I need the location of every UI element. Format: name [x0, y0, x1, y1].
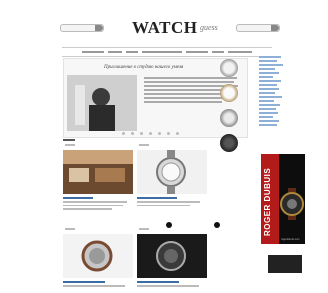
sidebar-link[interactable] — [259, 112, 278, 114]
section-label — [63, 139, 75, 141]
watch-thumb-1[interactable] — [220, 59, 238, 77]
left-search-input[interactable] — [60, 24, 104, 32]
ad-brand: ROGER DUBUIS — [263, 167, 272, 236]
site-logo[interactable]: WATCH — [132, 18, 197, 38]
carousel-dot[interactable] — [176, 132, 179, 135]
sidebar-links — [259, 54, 299, 128]
nav-item[interactable] — [228, 51, 252, 53]
card-tag — [139, 228, 149, 230]
page: WATCH guess Приглашение в студию нашего … — [40, 6, 305, 289]
watch-thumb-3[interactable] — [220, 109, 238, 127]
sidebar-link[interactable] — [259, 72, 279, 74]
card-desc — [137, 285, 207, 287]
store-interior-icon — [63, 150, 133, 194]
card-tag — [139, 144, 149, 146]
sidebar-link[interactable] — [259, 104, 280, 106]
nav-item[interactable] — [142, 51, 182, 53]
nav-item[interactable] — [186, 51, 208, 53]
card-tag — [65, 144, 75, 146]
watch-thumb-2[interactable] — [220, 84, 238, 102]
mini-ad[interactable] — [268, 255, 302, 273]
sidebar-link[interactable] — [259, 124, 277, 126]
arrow-button[interactable] — [166, 222, 172, 228]
ad-url[interactable]: rogerdubuis.com — [281, 238, 300, 241]
carousel-dot[interactable] — [167, 132, 170, 135]
sidebar-link[interactable] — [259, 92, 275, 94]
search-icon[interactable] — [271, 25, 279, 31]
main-nav — [62, 47, 272, 57]
watch-photo-icon — [63, 234, 133, 278]
article-card[interactable] — [63, 228, 133, 289]
carousel-dot[interactable] — [158, 132, 161, 135]
featured-title[interactable]: Приглашение в студию нашего умеля — [104, 65, 183, 70]
sidebar-link[interactable] — [259, 68, 275, 70]
article-card[interactable] — [63, 144, 133, 212]
article-card[interactable] — [137, 144, 207, 208]
carousel-dot[interactable] — [122, 132, 125, 135]
right-search-input[interactable] — [236, 24, 280, 32]
card-title[interactable] — [137, 197, 177, 199]
sidebar-link[interactable] — [259, 64, 283, 66]
sidebar-link[interactable] — [259, 116, 273, 118]
nav-item[interactable] — [126, 51, 138, 53]
nav-item[interactable] — [82, 51, 104, 53]
arrow-button[interactable] — [214, 222, 220, 228]
card-title[interactable] — [63, 281, 105, 283]
card-image[interactable] — [63, 150, 133, 194]
card-image[interactable] — [63, 234, 133, 278]
card-image[interactable] — [137, 150, 207, 194]
featured-image[interactable] — [67, 75, 137, 131]
card-image[interactable] — [137, 234, 207, 278]
carousel-dots — [122, 132, 179, 135]
sidebar-link[interactable] — [259, 96, 282, 98]
sidebar-link[interactable] — [259, 108, 276, 110]
sidebar-link[interactable] — [259, 60, 277, 62]
sidebar-link[interactable] — [259, 84, 277, 86]
watch-icon — [280, 188, 304, 220]
watch-photo-icon — [137, 150, 207, 194]
card-tag — [65, 228, 75, 230]
sidebar-link[interactable] — [259, 100, 274, 102]
carousel-dot[interactable] — [131, 132, 134, 135]
sidebar-link[interactable] — [259, 56, 281, 58]
carousel-dot[interactable] — [140, 132, 143, 135]
site-logo-subtitle: guess — [200, 23, 218, 32]
advertisement-banner[interactable]: ROGER DUBUIS rogerdubuis.com — [261, 154, 305, 244]
card-desc — [63, 201, 133, 210]
search-icon[interactable] — [95, 25, 103, 31]
sidebar-link[interactable] — [259, 88, 279, 90]
article-card[interactable] — [137, 228, 207, 289]
sidebar-link[interactable] — [259, 76, 273, 78]
carousel-dot[interactable] — [149, 132, 152, 135]
sidebar-link[interactable] — [259, 120, 279, 122]
nav-item[interactable] — [108, 51, 122, 53]
watch-photo-icon — [137, 234, 207, 278]
sidebar-link[interactable] — [259, 80, 281, 82]
card-desc — [63, 285, 133, 287]
nav-item[interactable] — [212, 51, 224, 53]
card-title[interactable] — [63, 197, 93, 199]
card-desc — [137, 201, 207, 206]
card-title[interactable] — [137, 281, 179, 283]
person-photo-icon — [67, 75, 137, 131]
watch-thumb-4[interactable] — [220, 134, 238, 152]
